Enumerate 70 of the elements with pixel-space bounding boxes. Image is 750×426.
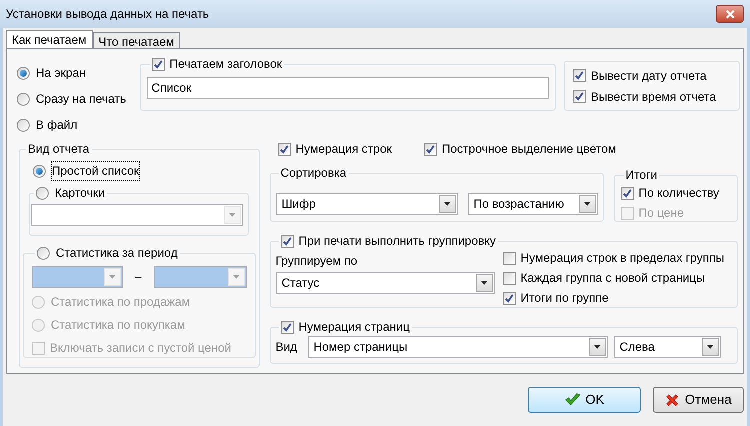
field-label: Вид — [276, 339, 298, 356]
close-icon — [726, 10, 734, 18]
cancel-button[interactable]: Отмена — [653, 387, 744, 413]
group-title: Вид отчета — [28, 142, 90, 156]
checkbox-label: Итоги по группе — [520, 290, 609, 307]
dropdown[interactable] — [31, 204, 243, 226]
radio-label: В файл — [36, 117, 78, 134]
radio-button[interactable] — [17, 118, 30, 132]
dropdown[interactable]: Статус — [276, 272, 495, 294]
checkbox[interactable] — [280, 320, 294, 334]
radio-button[interactable] — [17, 66, 30, 80]
checkbox[interactable] — [424, 142, 437, 156]
checkbox-label: По цене — [638, 205, 684, 222]
checkbox[interactable] — [280, 234, 294, 248]
checkbox[interactable] — [572, 90, 586, 103]
caret-icon — [480, 281, 488, 285]
radio-label: Статистика за период — [56, 245, 178, 262]
checkbox[interactable] — [278, 142, 291, 156]
checkbox-label: Вывести дату отчета — [590, 68, 707, 84]
close-button[interactable] — [716, 5, 744, 23]
tab[interactable]: Что печатаем — [92, 32, 180, 48]
radio-label: Статистика по покупкам — [51, 317, 186, 334]
checkbox-label: Нумерация строк в пределах группы — [520, 250, 724, 267]
radio-button[interactable] — [17, 92, 30, 106]
range-dash: – — [135, 269, 142, 286]
field-label: Группируем по — [276, 253, 359, 270]
tab[interactable]: Как печатаем — [6, 30, 93, 48]
caret-icon — [444, 202, 451, 206]
caret-icon — [584, 202, 591, 206]
checkbox-label: Построчное выделение цветом — [442, 141, 616, 158]
dropdown[interactable]: Шифр — [276, 192, 458, 214]
checkbox-label: Нумерация страниц — [298, 319, 410, 336]
group-title: Итоги — [626, 168, 658, 182]
radio-button[interactable] — [37, 246, 50, 260]
radio-label: Сразу на печать — [36, 91, 126, 108]
checkbox-label: По количеству — [638, 185, 720, 202]
checkbox[interactable] — [620, 186, 634, 200]
group-title: Сортировка — [280, 166, 347, 180]
checkbox[interactable] — [572, 69, 586, 82]
radio-label: Простой список — [52, 162, 140, 180]
caret-icon — [594, 345, 601, 349]
checkbox[interactable] — [152, 58, 165, 70]
caret-icon — [229, 213, 236, 217]
ok-button[interactable]: OK — [528, 387, 641, 413]
dropdown[interactable] — [154, 266, 247, 288]
checkmark-icon — [564, 393, 581, 407]
checkbox-label: При печати выполнить группировку — [298, 233, 496, 250]
dropdown[interactable]: По возрастанию — [468, 192, 598, 214]
close-icon — [665, 392, 680, 408]
dropdown[interactable]: Слева — [614, 336, 721, 358]
checkbox-label: Печатаем заголовок — [170, 56, 282, 73]
dropdown[interactable] — [32, 266, 123, 288]
caret-icon — [109, 275, 116, 279]
radio-button[interactable] — [33, 164, 46, 178]
checkbox-label: Каждая группа с новой страницы — [520, 270, 706, 287]
dropdown[interactable]: Номер страницы — [308, 336, 608, 358]
caret-icon — [232, 275, 240, 279]
checkbox-label: Включать записи с пустой ценой — [50, 340, 232, 357]
checkbox[interactable] — [502, 252, 516, 264]
caret-icon — [706, 345, 714, 349]
text-field[interactable]: Список — [146, 77, 549, 99]
checkbox-label: Вывести время отчета — [590, 88, 716, 106]
radio-label: Статистика по продажам — [51, 294, 190, 311]
checkbox[interactable] — [502, 272, 516, 284]
radio-label: Карточки — [55, 185, 106, 202]
checkbox-label: Нумерация строк — [296, 141, 392, 158]
window-title: Установки вывода данных на печать — [6, 6, 210, 23]
checkbox[interactable] — [502, 292, 516, 304]
radio-label: На экран — [36, 65, 86, 82]
radio-button[interactable] — [36, 186, 49, 200]
